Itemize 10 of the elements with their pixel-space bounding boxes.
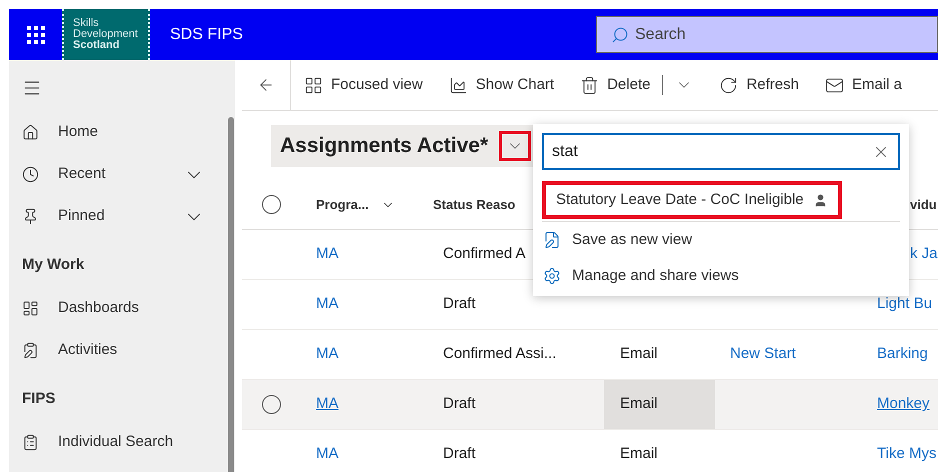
section-heading: FIPS (22, 388, 56, 409)
table-cell-text: Draft (443, 394, 476, 414)
table-cell-text: Email (620, 344, 658, 364)
section-heading: My Work (22, 254, 84, 275)
table-cell-text: Confirmed A (443, 244, 526, 264)
table-cell-text: Draft (443, 294, 476, 314)
table-cell-text: Email (620, 444, 658, 464)
table-cell-text: Email (620, 394, 658, 414)
table-cell-text: Draft (443, 444, 476, 464)
table-cell-text: Confirmed Assi... (443, 344, 556, 364)
